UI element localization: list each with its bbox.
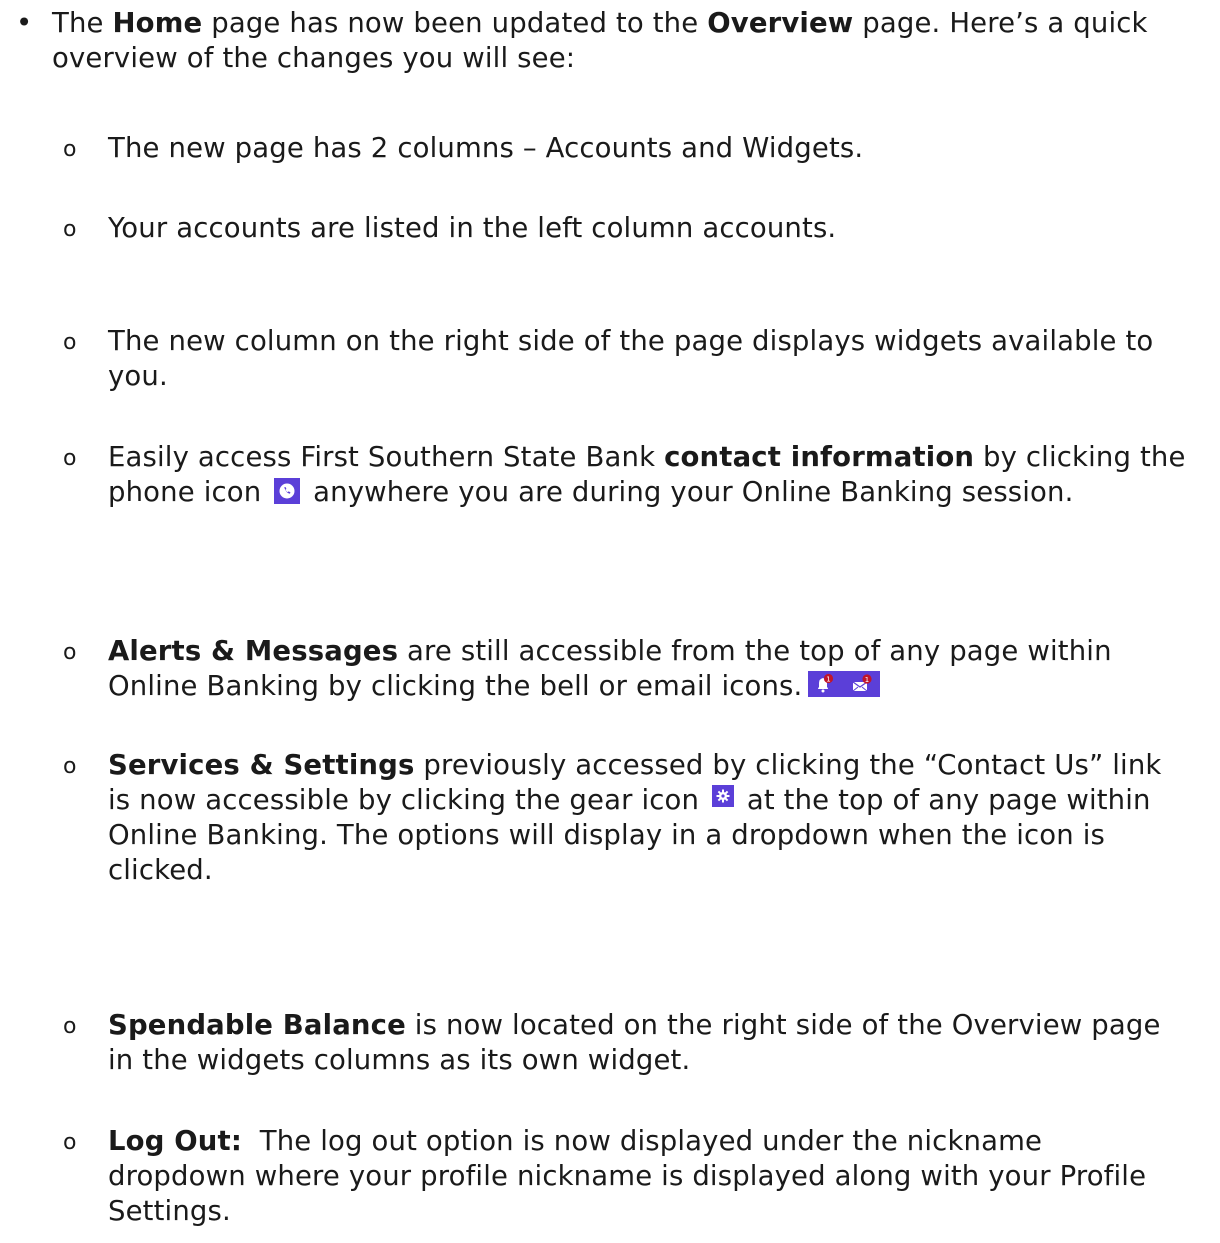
sub-text: Your accounts are listed in the left col… <box>108 212 837 244</box>
sub-marker: o <box>63 640 77 665</box>
sub-item-accounts: o Your accounts are listed in the left c… <box>63 211 1188 246</box>
gear-icon <box>711 785 734 807</box>
intro-text-mid: page has now been updated to the <box>202 7 708 39</box>
intro-text-pre: The <box>52 7 113 39</box>
sub-item-contact: o Easily access First Southern State Ban… <box>63 440 1188 510</box>
bell-icon: 1 <box>808 671 844 697</box>
sub-marker: o <box>63 217 77 242</box>
sub-text: anywhere you are during your Online Bank… <box>304 476 1074 508</box>
sub-text: Easily access First Southern State Bank <box>108 441 665 473</box>
sub-text: The new column on the right side of the … <box>108 325 1154 392</box>
sub-marker: o <box>63 330 77 355</box>
intro-paragraph: • The Home page has now been updated to … <box>16 6 1202 76</box>
services-settings-label: Services & Settings <box>108 749 415 781</box>
sub-item-logout: o Log Out: The log out option is now dis… <box>63 1124 1188 1229</box>
alerts-messages-label: Alerts & Messages <box>108 635 399 667</box>
sub-marker: o <box>63 754 77 779</box>
spendable-balance-label: Spendable Balance <box>108 1009 406 1041</box>
sub-marker: o <box>63 1130 77 1155</box>
sub-marker: o <box>63 446 77 471</box>
document: • The Home page has now been updated to … <box>0 0 1220 1243</box>
sub-item-columns: o The new page has 2 columns – Accounts … <box>63 131 1188 166</box>
overview-label: Overview <box>707 7 854 39</box>
sub-text: The log out option is now displayed unde… <box>108 1125 1156 1227</box>
sub-marker: o <box>63 137 77 162</box>
svg-text:1: 1 <box>827 675 832 683</box>
sub-marker: o <box>63 1014 77 1039</box>
sub-item-services: o Services & Settings previously accesse… <box>63 748 1188 888</box>
log-out-label: Log Out: <box>108 1125 242 1157</box>
sub-item-spendable: o Spendable Balance is now located on th… <box>63 1008 1188 1078</box>
home-label: Home <box>112 7 203 39</box>
sub-text: The new page has 2 columns – Accounts an… <box>108 132 864 164</box>
email-icon: 1 <box>844 671 880 697</box>
phone-icon <box>274 478 301 504</box>
sub-item-alerts: o Alerts & Messages are still accessible… <box>63 634 1188 704</box>
bullet-marker: • <box>16 7 33 39</box>
sub-item-widgets: o The new column on the right side of th… <box>63 324 1188 394</box>
alert-icons: 11 <box>808 671 881 697</box>
svg-text:1: 1 <box>865 676 870 684</box>
contact-information-label: contact information <box>664 441 975 473</box>
